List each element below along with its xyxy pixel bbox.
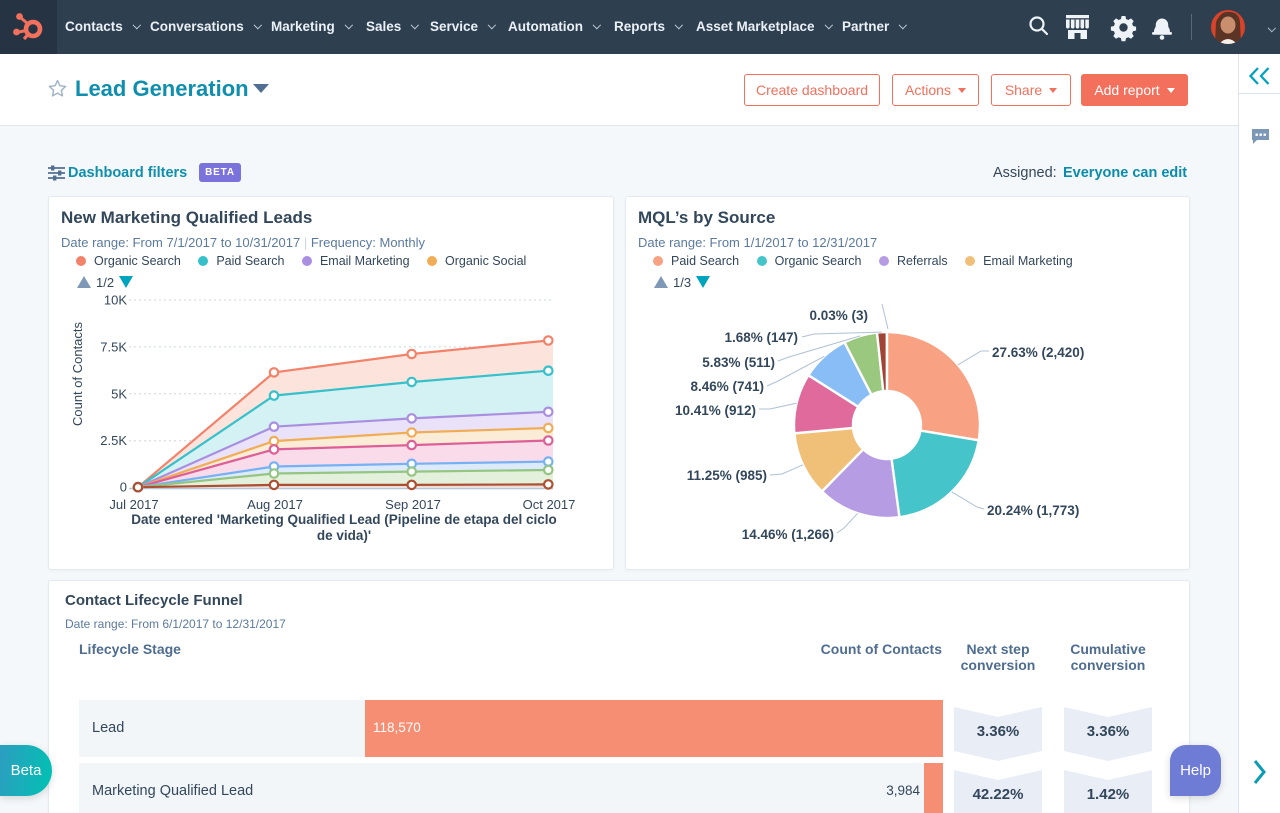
svg-text:de vida)': de vida)' xyxy=(317,528,371,543)
svg-text:5K: 5K xyxy=(111,386,127,401)
svg-text:Count of Contacts: Count of Contacts xyxy=(70,321,85,426)
svg-text:27.63% (2,420): 27.63% (2,420) xyxy=(992,345,1084,360)
svg-text:14.46% (1,266): 14.46% (1,266) xyxy=(742,527,834,542)
svg-text:0.03% (3): 0.03% (3) xyxy=(809,308,868,323)
svg-text:7.5K: 7.5K xyxy=(100,339,127,354)
svg-text:2.5K: 2.5K xyxy=(100,433,127,448)
svg-text:Sep 2017: Sep 2017 xyxy=(385,497,441,512)
svg-text:10K: 10K xyxy=(104,293,127,308)
svg-text:Date entered 'Marketing Qualif: Date entered 'Marketing Qualified Lead (… xyxy=(131,512,557,527)
svg-text:10.41% (912): 10.41% (912) xyxy=(675,403,756,418)
svg-text:5.83% (511): 5.83% (511) xyxy=(702,355,775,370)
svg-text:1.68% (147): 1.68% (147) xyxy=(724,330,798,345)
svg-text:20.24% (1,773): 20.24% (1,773) xyxy=(987,503,1079,518)
svg-text:0: 0 xyxy=(120,480,127,495)
svg-text:Jul 2017: Jul 2017 xyxy=(109,497,158,512)
svg-text:Oct 2017: Oct 2017 xyxy=(523,497,576,512)
svg-text:11.25% (985): 11.25% (985) xyxy=(687,468,767,483)
svg-text:8.46% (741): 8.46% (741) xyxy=(690,379,764,394)
svg-text:Aug 2017: Aug 2017 xyxy=(247,497,303,512)
